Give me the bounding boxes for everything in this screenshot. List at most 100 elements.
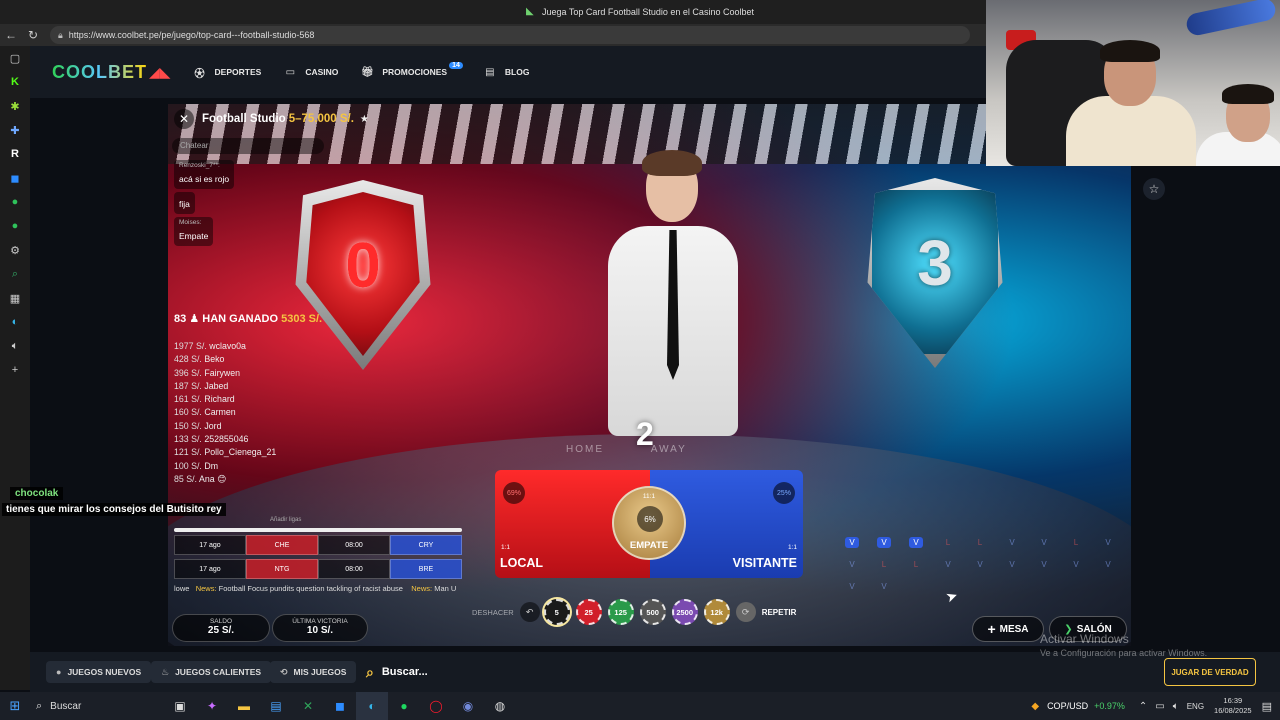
roadmap-cell: V	[1009, 537, 1015, 547]
close-icon[interactable]: ✕	[174, 109, 194, 129]
favorite-small-icon[interactable]: ★	[360, 114, 369, 125]
bet-tie-spot[interactable]: 11:1 6% EMPATE	[612, 486, 686, 560]
undo-button[interactable]: DESHACER	[472, 608, 514, 617]
store-icon[interactable]: ▤	[260, 692, 292, 720]
coolbet-logo[interactable]: COOLBET	[52, 62, 147, 83]
logo-wing-icon: ◢◣	[149, 63, 171, 80]
roadmap-cell: V	[849, 581, 855, 591]
roadmap-cell: V	[1009, 559, 1015, 569]
nav-new-games[interactable]: ● JUEGOS NUEVOS	[46, 661, 152, 683]
network-icon[interactable]: ▭	[1155, 701, 1164, 712]
edge-taskbar-icon[interactable]: ◐	[356, 692, 388, 720]
r-icon[interactable]: R	[0, 142, 30, 166]
app-icon-1[interactable]: ●	[0, 190, 30, 214]
chip-25[interactable]: 25	[575, 599, 602, 625]
outlook-icon[interactable]: ◼	[0, 166, 30, 190]
tabs-icon[interactable]: ▢	[0, 46, 30, 70]
app-icon-2[interactable]: ●	[0, 214, 30, 238]
app-taskbar-icon[interactable]: ◍	[484, 692, 516, 720]
taskbar-search[interactable]: ⌕ Buscar	[30, 692, 164, 720]
chip-125[interactable]: 125	[607, 599, 634, 625]
search-sidebar-icon[interactable]: ⌕	[0, 262, 30, 286]
undo-icon[interactable]: ↶	[519, 602, 540, 622]
windows-start-icon[interactable]: ⊞	[0, 692, 30, 720]
copilot-icon[interactable]: ✚	[0, 118, 30, 142]
discord-icon[interactable]: ◉	[452, 692, 484, 720]
fire-icon: ♨	[161, 666, 170, 677]
nav-my-games[interactable]: ⟲ MIS JUEGOS	[270, 661, 357, 683]
kick-icon[interactable]: K	[0, 70, 30, 94]
extension-icon[interactable]: ✱	[0, 94, 30, 118]
currency-icon: ◆	[1031, 700, 1040, 712]
blog-icon: ▤	[485, 66, 495, 78]
game-title: Football Studio	[202, 113, 286, 125]
sports-icon: ⚽︎	[194, 68, 205, 80]
table-button[interactable]: + MESA	[972, 616, 1044, 642]
repeat-button[interactable]: REPETIR	[762, 608, 797, 617]
promo-badge: 14	[449, 61, 463, 69]
new-games-icon: ●	[56, 667, 62, 677]
nav-deportes[interactable]: ⚽︎ DEPORTES	[193, 65, 262, 80]
add-leagues-label[interactable]: Añadir ligas	[270, 517, 301, 523]
stream-chat-user: chocolak	[10, 487, 64, 500]
visitor-label: VISITANTE	[732, 556, 797, 570]
repeat-icon[interactable]: ⟳	[735, 602, 756, 622]
game-title-bar: ✕ Football Studio 5–75.000 S/. ★	[168, 104, 498, 134]
tie-odds: 11:1	[642, 493, 656, 500]
coolbet-favicon-icon: ◣	[526, 6, 534, 17]
last-win-value: 10 S/.	[306, 625, 334, 636]
schedule-progress	[174, 528, 462, 532]
reload-icon[interactable]: ↻	[22, 24, 44, 46]
outlook-taskbar-icon[interactable]: ◼	[324, 692, 356, 720]
settings-icon[interactable]: ⚙	[0, 238, 30, 262]
plus-icon: +	[987, 621, 996, 637]
site-bottom-bar: ● JUEGOS NUEVOS ♨ JUEGOS CALIENTES ⟲ MIS…	[30, 652, 1280, 692]
roadmap-cell: V	[868, 532, 900, 552]
chip-5[interactable]: 5	[543, 599, 570, 625]
game-search[interactable]: ⌕ Buscar...	[366, 661, 428, 683]
roadmap-cell	[964, 576, 996, 596]
nav-promociones[interactable]: 🎁︎ PROMOCIONES 14	[360, 61, 463, 79]
roadmap-cell: L	[977, 537, 983, 547]
local-label: LOCAL	[500, 556, 544, 570]
url-field[interactable]: 🔒︎ https://www.coolbet.pe/pe/juego/top-c…	[50, 26, 970, 44]
language-indicator[interactable]: ENG	[1187, 702, 1204, 711]
roadmap-cell: V	[836, 532, 868, 552]
play-real-button[interactable]: JUGAR DE VERDAD	[1164, 658, 1256, 686]
chat-input[interactable]: Chatear	[172, 138, 324, 154]
chip-2500[interactable]: 2500	[671, 599, 698, 625]
nav-casino[interactable]: ▭ CASINO	[283, 65, 339, 79]
chip-500[interactable]: 500	[639, 599, 666, 625]
winner-row: 161 S/. Richard	[174, 394, 235, 405]
schedule-row: 17 ago NTG 08:00 BRE	[174, 559, 464, 579]
balance-pill: SALDO 25 S/.	[172, 614, 270, 642]
sound-icon[interactable]: 🔈︎	[0, 334, 30, 358]
chevron-up-icon[interactable]: ⌃	[1139, 701, 1147, 712]
winner-row: 150 S/. Jord	[174, 420, 222, 431]
office-icon[interactable]: ▦	[0, 286, 30, 310]
chip-12k[interactable]: 12k	[703, 599, 730, 625]
back-icon[interactable]: ←	[0, 24, 22, 46]
away-shield: 3	[867, 178, 1003, 368]
notification-icon[interactable]: ▤	[1262, 700, 1272, 713]
gift-icon: 🎁︎	[361, 66, 374, 78]
volume-icon[interactable]: 🔈︎	[1173, 701, 1179, 712]
add-icon[interactable]: +	[0, 358, 30, 382]
roadmap-cell: L	[881, 559, 887, 569]
nav-hot-games[interactable]: ♨ JUEGOS CALIENTES	[151, 661, 272, 683]
favorite-star-icon[interactable]: ☆	[1143, 178, 1165, 200]
copilot-taskbar-icon[interactable]: ✦	[196, 692, 228, 720]
roadmap-cell: V	[945, 559, 951, 569]
edge-icon[interactable]: ◐	[0, 310, 30, 334]
search-icon: ⌕	[366, 663, 374, 680]
clock[interactable]: 16:39 16/08/2025	[1214, 696, 1252, 716]
task-view-icon[interactable]: ▣	[164, 692, 196, 720]
nav-blog[interactable]: ▤ BLOG	[483, 65, 529, 79]
roadmap-cell: V	[881, 581, 887, 591]
visitor-odds: 1:1	[787, 544, 797, 551]
opera-icon[interactable]: ◯	[420, 692, 452, 720]
file-explorer-icon[interactable]: ▬	[228, 692, 260, 720]
roadmap-cell: V	[1105, 537, 1111, 547]
spotify-icon[interactable]: ●	[388, 692, 420, 720]
excel-icon[interactable]: ✕	[292, 692, 324, 720]
